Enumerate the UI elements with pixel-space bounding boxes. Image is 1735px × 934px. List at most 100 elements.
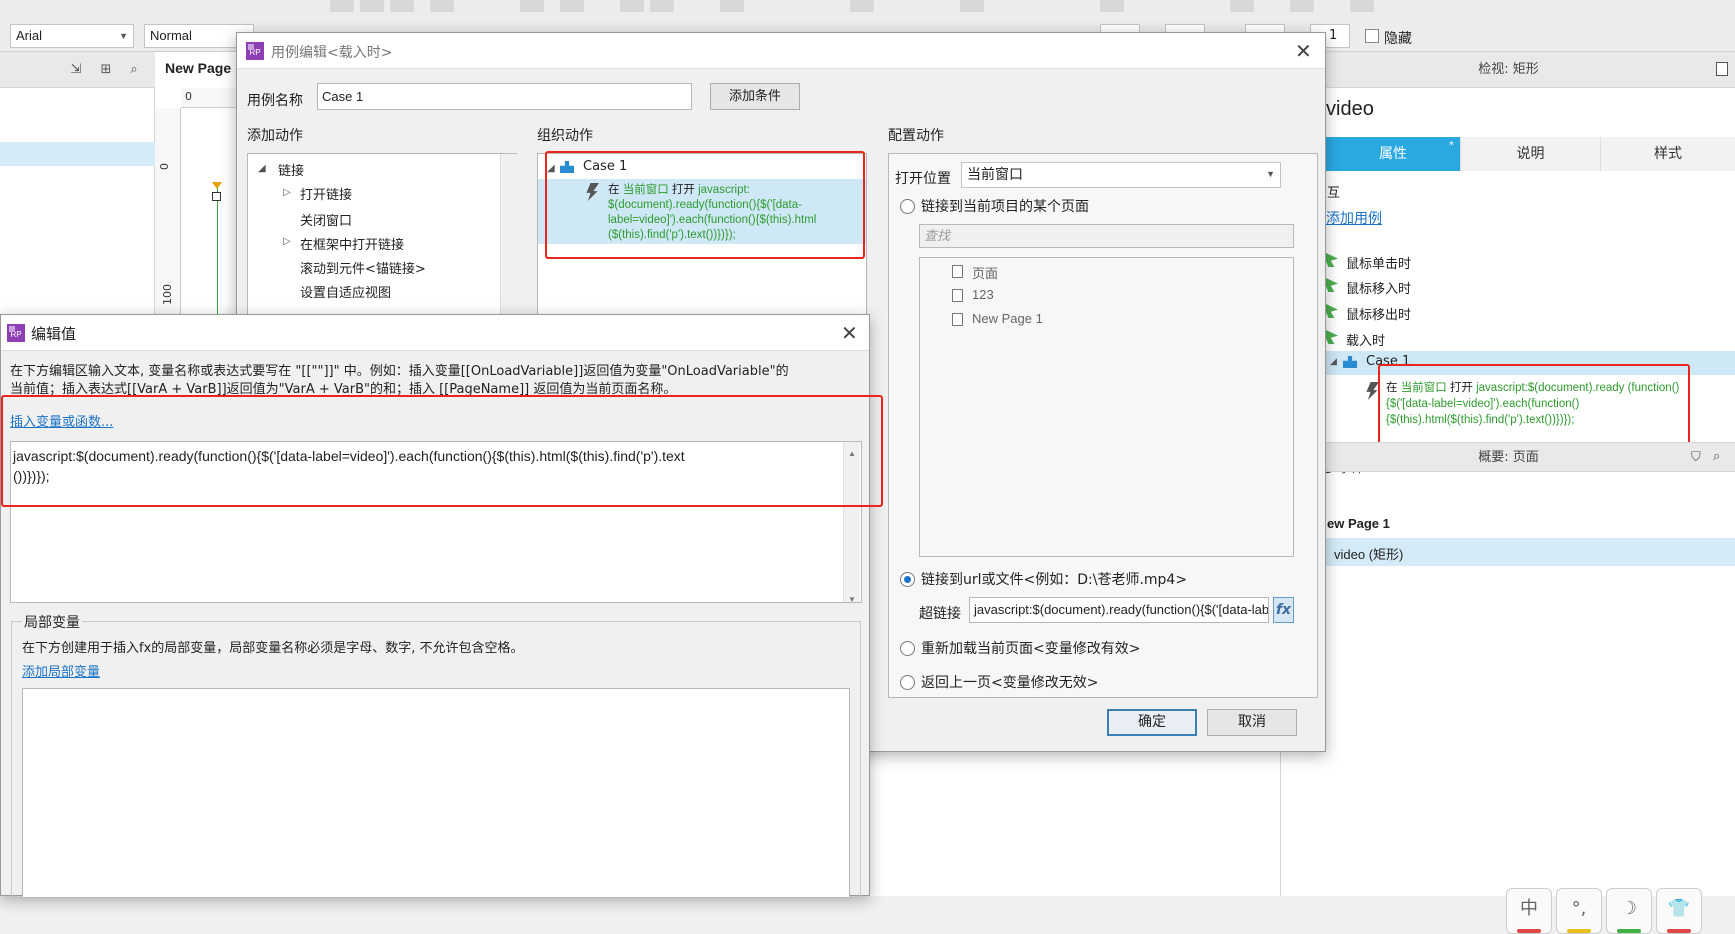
toolbar-button[interactable] bbox=[520, 0, 544, 12]
selection-handle[interactable] bbox=[212, 192, 221, 201]
toolbar-button[interactable] bbox=[720, 0, 744, 12]
tab-properties-label: 属性 bbox=[1379, 146, 1407, 162]
add-local-variable-link[interactable]: 添加局部变量 bbox=[22, 661, 100, 680]
dock-shirt-button[interactable]: 👕 bbox=[1656, 888, 1702, 934]
lightning-icon bbox=[1366, 382, 1379, 400]
page-list-item[interactable]: New Page 1 bbox=[972, 311, 1043, 326]
toolbar-button[interactable] bbox=[430, 0, 454, 12]
hyperlink-input[interactable]: javascript:$(document).ready(function(){… bbox=[969, 597, 1269, 623]
tab-style[interactable]: 样式 bbox=[1601, 137, 1735, 171]
event-icon bbox=[1326, 278, 1338, 292]
expand-triangle-icon[interactable]: ▷ bbox=[283, 236, 291, 247]
ok-button[interactable]: 确定 bbox=[1107, 709, 1197, 736]
filter-icon[interactable]: ⛉ bbox=[1691, 450, 1701, 465]
radio-link-to-url[interactable] bbox=[900, 572, 915, 587]
hidden-checkbox[interactable] bbox=[1365, 29, 1379, 43]
search-icon[interactable]: ⌕ bbox=[126, 62, 142, 78]
tab-properties[interactable]: 属性 * bbox=[1326, 137, 1461, 171]
font-family-select[interactable]: Arial ▼ bbox=[10, 24, 134, 48]
outline-title: 概要: 页面 bbox=[1281, 442, 1735, 472]
collapse-triangle-icon[interactable]: ◢ bbox=[258, 163, 266, 174]
tab-style-label: 样式 bbox=[1654, 146, 1682, 162]
close-icon[interactable]: ✕ bbox=[841, 323, 858, 343]
tree-item-open-link[interactable]: 打开链接 bbox=[300, 184, 352, 203]
dock-chinese-button[interactable]: 中 bbox=[1506, 888, 1552, 934]
tree-item-open-in-frame[interactable]: 在框架中打开链接 bbox=[300, 234, 404, 253]
shirt-icon: 👕 bbox=[1667, 898, 1691, 919]
page-search-input[interactable]: 查找 bbox=[919, 224, 1294, 248]
event-label: 鼠标移出时 bbox=[1346, 308, 1412, 323]
dock-moon-button[interactable]: ☽ bbox=[1606, 888, 1652, 934]
local-variables-list[interactable] bbox=[22, 688, 850, 898]
toolbar-button[interactable] bbox=[960, 0, 984, 12]
cancel-button[interactable]: 取消 bbox=[1207, 709, 1297, 736]
tab-notes[interactable]: 说明 bbox=[1461, 137, 1601, 171]
case-name-label: 用例名称 bbox=[247, 93, 303, 109]
scrollbar[interactable] bbox=[500, 154, 517, 332]
toolbar-button[interactable] bbox=[1290, 0, 1314, 12]
inspector-title: 检视: 矩形 bbox=[1281, 52, 1735, 88]
toolbar-button[interactable] bbox=[850, 0, 874, 12]
toolbar-button[interactable] bbox=[1230, 0, 1254, 12]
page-list-item[interactable]: 123 bbox=[972, 287, 994, 302]
tree-item-close-window[interactable]: 关闭窗口 bbox=[300, 210, 352, 229]
radio-link-to-page[interactable] bbox=[900, 199, 915, 214]
toolbar-button[interactable] bbox=[620, 0, 644, 12]
dock-punctuation-button[interactable]: °, bbox=[1556, 888, 1602, 934]
organize-action-title: 组织动作 bbox=[537, 128, 593, 144]
moon-icon: ☽ bbox=[1620, 898, 1638, 919]
tree-item-scroll-to[interactable]: 滚动到元件<锚链接> bbox=[300, 258, 426, 277]
selected-page-row[interactable] bbox=[0, 142, 155, 166]
page-list-item[interactable]: 页面 bbox=[972, 263, 998, 282]
toolbar-button[interactable] bbox=[1100, 0, 1124, 12]
local-variables-desc: 在下方创建用于插入fx的局部变量，局部变量名称必须是字母、数字, 不允许包含空格… bbox=[22, 641, 524, 656]
event-item[interactable]: 鼠标移出时 bbox=[1326, 304, 1412, 323]
toolbar-button[interactable] bbox=[1350, 0, 1374, 12]
search-icon[interactable]: ⌕ bbox=[1713, 449, 1720, 464]
add-action-tree[interactable]: ◢ 链接 ▷ 打开链接 关闭窗口 ▷ 在框架中打开链接 滚动到元件<锚链接> 设… bbox=[247, 153, 517, 333]
toolbar-num-value: 1 bbox=[1329, 28, 1338, 43]
local-variables-group: 局部变量 在下方创建用于插入fx的局部变量，局部变量名称必须是字母、数字, 不允… bbox=[11, 612, 861, 898]
chevron-down-icon: ▼ bbox=[119, 31, 128, 41]
configure-action-title: 配置动作 bbox=[888, 128, 944, 144]
case-name-input[interactable]: Case 1 bbox=[317, 83, 692, 110]
radio-back[interactable] bbox=[900, 675, 915, 690]
add-case-link[interactable]: 添加用例 bbox=[1326, 208, 1382, 228]
event-item[interactable]: 鼠标单击时 bbox=[1326, 253, 1411, 272]
collapse-triangle-icon: ◢ bbox=[1330, 357, 1337, 367]
outline-page[interactable]: ew Page 1 bbox=[1327, 516, 1390, 531]
add-folder-icon[interactable]: ⊞ bbox=[98, 62, 114, 78]
ruler-label: 0 bbox=[185, 90, 192, 103]
close-icon[interactable]: ✕ bbox=[1295, 41, 1312, 61]
toolbar-button[interactable] bbox=[650, 0, 674, 12]
toolbar-button[interactable] bbox=[360, 0, 384, 12]
tree-group-link[interactable]: 链接 bbox=[278, 160, 304, 179]
tree-item-adaptive-view[interactable]: 设置自适应视图 bbox=[300, 282, 391, 301]
outline-item-row[interactable]: video (矩形) bbox=[1281, 538, 1735, 566]
fx-button[interactable]: fx bbox=[1273, 597, 1294, 623]
add-condition-button[interactable]: 添加条件 bbox=[710, 83, 800, 110]
page-icon[interactable] bbox=[1716, 62, 1728, 76]
toolbar-button[interactable] bbox=[330, 0, 354, 12]
page-list[interactable]: 页面 123 New Page 1 bbox=[919, 257, 1294, 557]
event-item[interactable]: 载入时 bbox=[1326, 330, 1386, 349]
toolbar-button[interactable] bbox=[560, 0, 584, 12]
axure-logo-icon: RP bbox=[7, 324, 25, 342]
dialog-title: 用例编辑<载入时> bbox=[271, 45, 393, 61]
configure-action-panel: 打开位置 当前窗口 ▼ 链接到当前项目的某个页面 查找 页面 123 New Pa… bbox=[888, 153, 1318, 698]
radio-reload[interactable] bbox=[900, 641, 915, 656]
local-variables-title: 局部变量 bbox=[22, 612, 82, 632]
event-icon bbox=[1326, 330, 1338, 344]
event-item[interactable]: 鼠标移入时 bbox=[1326, 278, 1411, 297]
expand-triangle-icon[interactable]: ▷ bbox=[283, 187, 291, 198]
tab-new-page[interactable]: New Page 1 bbox=[165, 60, 243, 76]
toolbar-button[interactable] bbox=[390, 0, 414, 12]
widget-name[interactable]: video bbox=[1326, 98, 1374, 121]
event-label: 载入时 bbox=[1346, 334, 1386, 349]
add-page-icon[interactable]: ⇲ bbox=[68, 62, 84, 78]
open-in-select[interactable]: 当前窗口 ▼ bbox=[961, 162, 1281, 188]
scroll-down-icon[interactable]: ▼ bbox=[848, 590, 856, 610]
event-icon bbox=[1326, 304, 1338, 318]
add-action-title: 添加动作 bbox=[247, 128, 303, 144]
color-bar bbox=[1667, 929, 1691, 933]
